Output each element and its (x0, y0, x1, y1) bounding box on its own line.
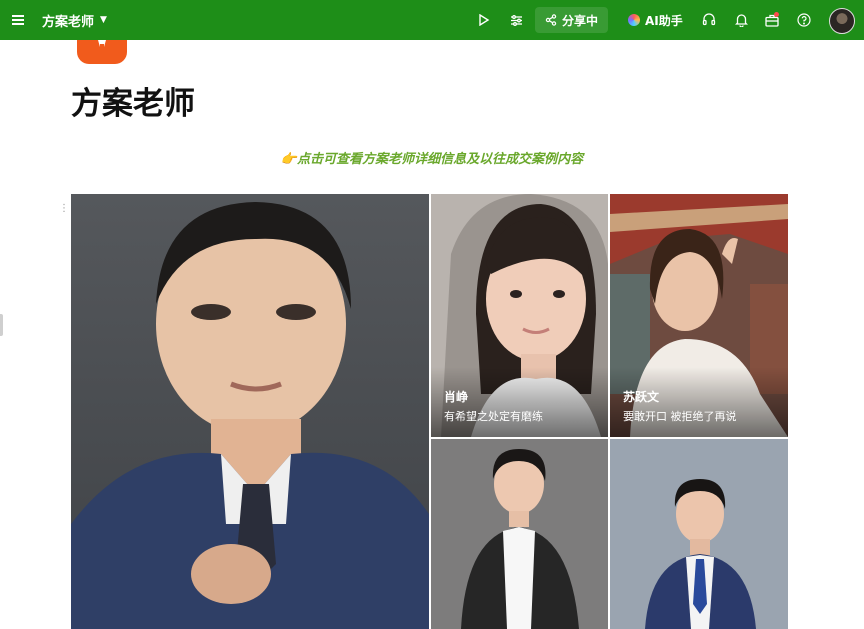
help-icon[interactable] (794, 0, 814, 40)
share-icon (545, 14, 557, 26)
briefcase-icon[interactable] (762, 0, 782, 40)
portrait-image (71, 202, 429, 629)
sidebar-expand-handle[interactable] (0, 314, 3, 336)
ai-assistant-button[interactable]: AI助手 (628, 0, 683, 40)
doc-title-dropdown[interactable]: 方案老师 ▼ (42, 0, 107, 40)
teacher-motto: 有希望之处定有磨练 (444, 410, 543, 423)
notification-dot (774, 12, 779, 17)
teacher-card-4[interactable] (431, 439, 608, 629)
teacher-name: 肖峥 (444, 390, 469, 404)
teacher-card-main[interactable] (71, 194, 429, 629)
teacher-card-xiaozheng[interactable]: 肖峥 有希望之处定有磨练 (431, 194, 608, 437)
portrait-image (431, 439, 608, 629)
teacher-card-suyuewen[interactable]: 苏跃文 要敢开口 被拒绝了再说 (610, 194, 788, 437)
user-avatar[interactable] (829, 8, 855, 34)
hint-link[interactable]: 👉点击可查看方案老师详细信息及以往成交案例内容 (0, 148, 864, 167)
portrait-image (610, 439, 788, 629)
page-title: 方案老师 (71, 86, 195, 122)
top-bar: 方案老师 ▼ 分享中 AI助手 (0, 0, 864, 40)
teacher-card-5[interactable] (610, 439, 788, 629)
share-button[interactable]: 分享中 (535, 7, 609, 33)
share-label: 分享中 (562, 13, 599, 28)
bell-icon[interactable] (731, 0, 751, 40)
teacher-name: 苏跃文 (623, 390, 660, 404)
chevron-down-icon: ▼ (100, 15, 107, 25)
doc-title: 方案老师 (42, 14, 95, 30)
menu-icon[interactable] (12, 0, 28, 40)
ai-label: AI助手 (645, 13, 683, 28)
suit-icon (77, 40, 127, 64)
settings-sliders-icon[interactable] (506, 0, 526, 40)
headset-icon[interactable] (699, 0, 719, 40)
play-icon[interactable] (474, 0, 494, 40)
ai-logo-icon (628, 14, 640, 26)
teacher-motto: 要敢开口 被拒绝了再说 (623, 410, 737, 423)
